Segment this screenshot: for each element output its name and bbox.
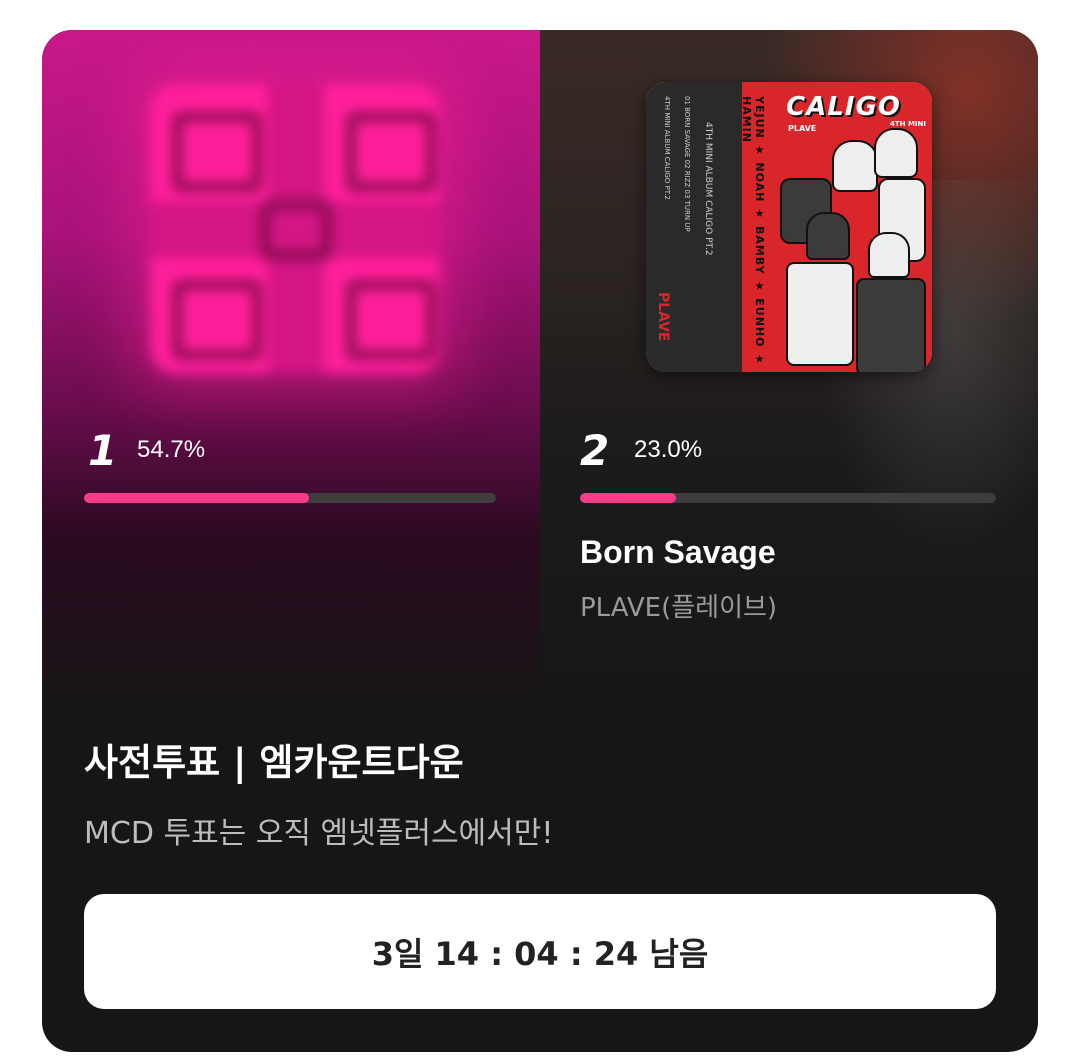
vote-progress-bar	[84, 493, 496, 503]
vote-percent: 23.0%	[634, 436, 703, 463]
album-cover-2[interactable]: 4TH MINI ALBUM CALIGO PT.2 01 BORN SAVAG…	[646, 82, 932, 372]
candidate-panel-1[interactable]: 1 54.7%	[42, 30, 540, 710]
album-spine-info: 4TH MINI ALBUM CALIGO PT.2	[663, 96, 671, 200]
vote-progress-fill	[580, 493, 676, 503]
vote-percent: 54.7%	[137, 436, 206, 463]
vote-description: MCD 투표는 오직 엠넷플러스에서만!	[84, 816, 554, 851]
album-spine-tracks: 01 BORN SAVAGE 02 RIZZ 03 TURN UP	[683, 96, 691, 232]
vote-title: 사전투표 | 엠카운트다운	[84, 741, 464, 784]
vote-progress-fill	[84, 493, 310, 503]
song-title: Born Savage	[580, 534, 776, 570]
album-spine-members: YEJUN ★ NOAH ★ BAMBY ★ EUNHO ★ HAMIN	[740, 96, 766, 367]
vote-progress-bar	[580, 493, 996, 503]
album-spine-info: 4TH MINI ALBUM CALIGO PT.2	[703, 122, 713, 256]
rank-number: 1	[88, 426, 118, 475]
album-edition-mark: 4TH MINI	[890, 120, 926, 128]
countdown-button[interactable]: 3일 14 : 04 : 24 남음	[84, 894, 996, 1009]
album-spine-brand: PLAVE	[655, 292, 671, 342]
vote-card: 1 54.7% 2 23.0% 4TH MINI ALBUM CALIGO PT…	[42, 30, 1038, 1052]
album-logo: CALIGO	[786, 92, 901, 122]
rank-number: 2	[580, 426, 610, 475]
song-artist: PLAVE(플레이브)	[580, 593, 778, 623]
album-artist-mark: PLAVE	[788, 124, 817, 133]
album-cover-1[interactable]	[150, 84, 440, 374]
